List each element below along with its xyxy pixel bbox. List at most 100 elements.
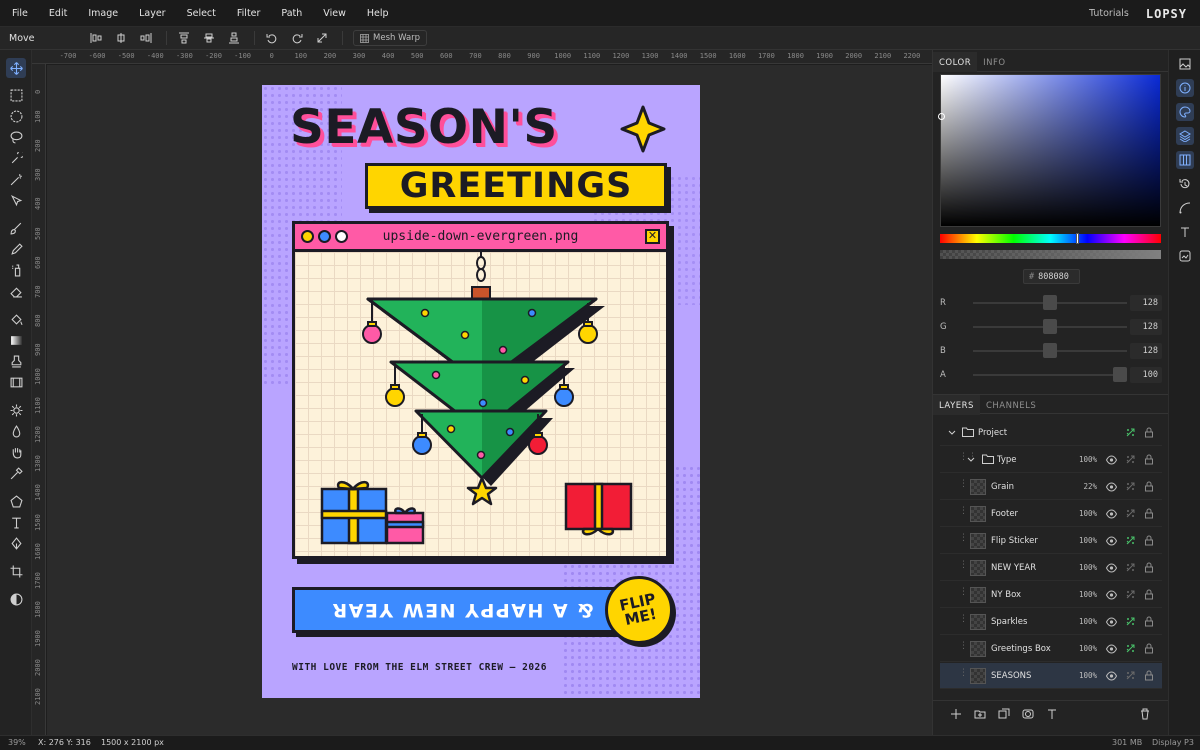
layer-row[interactable]: ⋮⋮ NY Box 100%: [940, 582, 1162, 608]
layer-row[interactable]: ⋮⋮ Footer 100%: [940, 501, 1162, 527]
new-folder-icon[interactable]: [974, 708, 986, 720]
tab-layers[interactable]: LAYERS: [933, 395, 980, 415]
tab-channels[interactable]: CHANNELS: [980, 395, 1042, 415]
menu-layer[interactable]: Layer: [139, 8, 166, 19]
layer-opacity[interactable]: 100%: [1065, 671, 1097, 680]
magic-wand-icon[interactable]: [6, 169, 26, 189]
effects-icon[interactable]: [1125, 616, 1136, 627]
visibility-eye-icon[interactable]: [1106, 590, 1117, 600]
effects-icon[interactable]: [1125, 481, 1136, 492]
menu-edit[interactable]: Edit: [49, 8, 67, 19]
drag-handle-icon[interactable]: ⋮⋮: [959, 561, 977, 573]
quick-select-icon[interactable]: [6, 148, 26, 168]
visibility-eye-icon[interactable]: [1106, 617, 1117, 627]
lock-icon[interactable]: [1144, 508, 1154, 519]
contrast-icon[interactable]: [6, 589, 26, 609]
hue-handle[interactable]: [1076, 233, 1079, 244]
lock-icon[interactable]: [1144, 535, 1154, 546]
visibility-eye-icon[interactable]: [1106, 563, 1117, 573]
film-strip-icon[interactable]: [6, 372, 26, 392]
drag-handle-icon[interactable]: ⋮⋮: [959, 534, 977, 546]
layer-opacity[interactable]: 100%: [1065, 536, 1097, 545]
visibility-eye-icon[interactable]: [1106, 455, 1117, 465]
channel-thumb[interactable]: [1113, 367, 1127, 382]
fill-bucket-icon[interactable]: [6, 309, 26, 329]
history-icon[interactable]: [1176, 175, 1194, 193]
eyedropper-icon[interactable]: [6, 463, 26, 483]
channel-thumb[interactable]: [1043, 319, 1057, 334]
canvas-area[interactable]: SEASON'S GREETINGS upside-down-evergreen…: [47, 65, 932, 735]
rotate-left-icon[interactable]: [265, 31, 279, 45]
gradient-icon[interactable]: [6, 330, 26, 350]
layer-row[interactable]: ⋮⋮ Sparkles 100%: [940, 609, 1162, 635]
assets-icon[interactable]: [1176, 247, 1194, 265]
layer-row[interactable]: ⋮⋮ Flip Sticker 100%: [940, 528, 1162, 554]
menu-help[interactable]: Help: [367, 8, 389, 19]
crop-icon[interactable]: [6, 561, 26, 581]
rotate-right-icon[interactable]: [290, 31, 304, 45]
info-icon[interactable]: [1176, 79, 1194, 97]
drag-handle-icon[interactable]: ⋮⋮: [959, 642, 977, 654]
effects-icon[interactable]: [1125, 535, 1136, 546]
trash-icon[interactable]: [1139, 708, 1151, 720]
align-top-icon[interactable]: [177, 31, 191, 45]
effects-icon[interactable]: [1125, 427, 1136, 438]
tutorials-link[interactable]: Tutorials: [1089, 8, 1129, 19]
duplicate-icon[interactable]: [998, 708, 1010, 720]
layer-row[interactable]: ⋮⋮ Type 100%: [940, 447, 1162, 473]
chevron-down-icon[interactable]: [948, 429, 956, 437]
new-year-box[interactable]: & A HAPPY NEW YEAR: [292, 587, 632, 633]
move-tool-icon[interactable]: [6, 58, 26, 78]
drag-handle-icon[interactable]: ⋮⋮: [959, 480, 977, 492]
add-layer-icon[interactable]: [950, 708, 962, 720]
lock-icon[interactable]: [1144, 643, 1154, 654]
align-left-icon[interactable]: [89, 31, 103, 45]
lock-icon[interactable]: [1144, 562, 1154, 573]
expand-icon[interactable]: [315, 31, 329, 45]
headline-seasons[interactable]: SEASON'S: [290, 104, 558, 151]
layer-opacity[interactable]: 100%: [1065, 509, 1097, 518]
layer-opacity[interactable]: 22%: [1065, 482, 1097, 491]
lock-icon[interactable]: [1144, 454, 1154, 465]
image-window[interactable]: upside-down-evergreen.png ✕: [292, 221, 669, 559]
drag-handle-icon[interactable]: ⋮⋮: [959, 615, 977, 627]
effects-icon[interactable]: [1125, 589, 1136, 600]
effects-icon[interactable]: [1125, 508, 1136, 519]
menu-path[interactable]: Path: [281, 8, 302, 19]
drag-handle-icon[interactable]: ⋮⋮: [959, 453, 977, 465]
flip-sticker[interactable]: FLIP ME!: [605, 576, 673, 644]
image-panel-icon[interactable]: [1176, 55, 1194, 73]
layer-opacity[interactable]: 100%: [1065, 455, 1097, 464]
visibility-eye-icon[interactable]: [1106, 536, 1117, 546]
tab-color[interactable]: COLOR: [933, 52, 978, 72]
drag-handle-icon[interactable]: ⋮⋮: [959, 669, 977, 681]
tab-info[interactable]: INFO: [977, 52, 1011, 72]
lock-icon[interactable]: [1144, 616, 1154, 627]
channel-thumb[interactable]: [1043, 295, 1057, 310]
visibility-eye-icon[interactable]: [1106, 644, 1117, 654]
channel-thumb[interactable]: [1043, 343, 1057, 358]
layer-row[interactable]: Project: [940, 420, 1162, 446]
channel-track[interactable]: [973, 374, 1127, 376]
mesh-warp-button[interactable]: Mesh Warp: [353, 30, 428, 46]
layer-row[interactable]: ⋮⋮ SEASONS 100%: [940, 663, 1162, 689]
zoom-level[interactable]: 39%: [8, 738, 26, 747]
lock-icon[interactable]: [1144, 427, 1154, 438]
channel-value-input[interactable]: 128: [1130, 343, 1162, 359]
pen-tool-icon[interactable]: [6, 533, 26, 553]
document-poster[interactable]: SEASON'S GREETINGS upside-down-evergreen…: [262, 85, 700, 698]
eraser-icon[interactable]: [6, 281, 26, 301]
channels-icon[interactable]: [1176, 151, 1194, 169]
effects-icon[interactable]: [1125, 454, 1136, 465]
channel-value-input[interactable]: 100: [1130, 367, 1162, 383]
effects-icon[interactable]: [1125, 670, 1136, 681]
text-tool-icon[interactable]: [6, 512, 26, 532]
layer-row[interactable]: ⋮⋮ Greetings Box 100%: [940, 636, 1162, 662]
sparkle-icon[interactable]: [620, 105, 666, 153]
object-select-icon[interactable]: [6, 190, 26, 210]
palette-icon[interactable]: [1176, 103, 1194, 121]
effects-icon[interactable]: [1125, 562, 1136, 573]
dodge-icon[interactable]: [6, 400, 26, 420]
layer-opacity[interactable]: 100%: [1065, 644, 1097, 653]
color-picker-field[interactable]: [938, 74, 1161, 227]
